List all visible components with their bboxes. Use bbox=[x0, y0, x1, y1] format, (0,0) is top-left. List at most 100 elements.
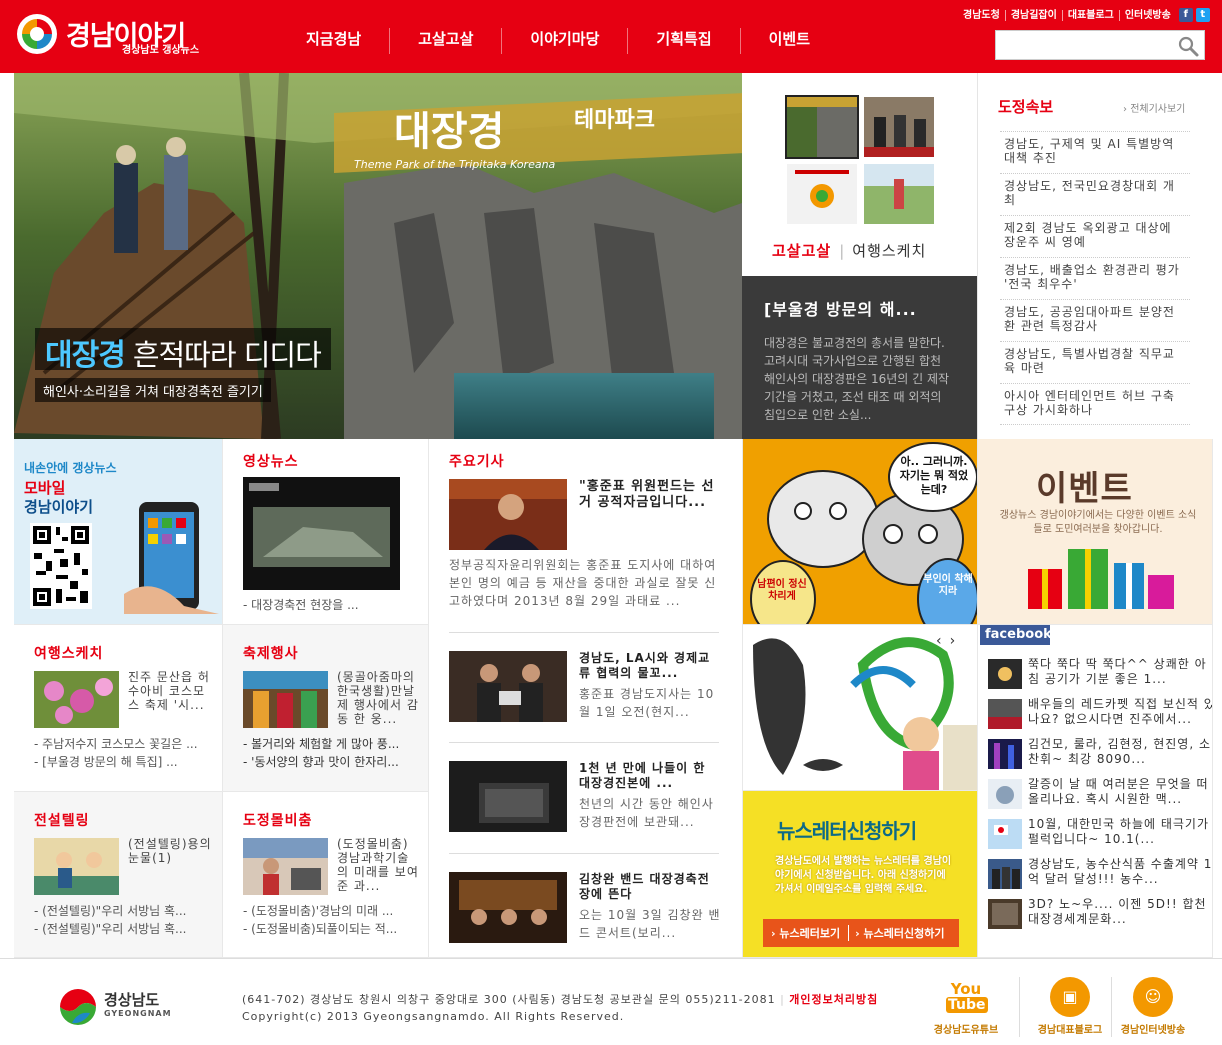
spotlight-list-item[interactable]: - (도정몰비춤)되풀이되는 적... bbox=[243, 920, 421, 938]
lead-news-title[interactable]: "홍준표 위원펀드는 선거 공적자금입니다... bbox=[579, 479, 721, 531]
festival-thumbnail[interactable] bbox=[243, 671, 328, 728]
chevron-left-icon[interactable]: ‹ bbox=[936, 633, 950, 649]
news-item-title[interactable]: 김창완 밴드 대장경축전장에 뜬다 bbox=[579, 872, 721, 902]
hero-thumb-2[interactable] bbox=[864, 97, 934, 157]
cartoon-lantern-right: 부인이 착해지라 bbox=[923, 574, 973, 597]
nav-item-gosal[interactable]: 고살고살 bbox=[389, 28, 501, 54]
travel-list-item[interactable]: - [부울경 방문의 해 특집] ... bbox=[34, 753, 214, 771]
briefing-more-link[interactable]: › 전체기사보기 bbox=[1123, 100, 1185, 115]
newsletter-button-bar: › 뉴스레터보기 › 뉴스레터신청하기 bbox=[763, 919, 959, 947]
legend-telling-title: 전설텔링 bbox=[34, 813, 90, 829]
promo-banner[interactable]: ‹› bbox=[743, 625, 978, 791]
facebook-post-text: 배우들의 레드카펫 직접 보신적 있나요? 없으시다면 진주에서... bbox=[1028, 697, 1213, 726]
top-link-provincial-office[interactable]: 경남도청 bbox=[958, 10, 1005, 21]
privacy-policy-link[interactable]: 개인정보처리방침 bbox=[789, 993, 878, 1006]
newsletter-view-label: 뉴스레터보기 bbox=[779, 927, 841, 940]
hero-caption: 대장경 흔적따라 디디다 bbox=[35, 328, 331, 373]
footer-divider bbox=[1111, 977, 1112, 1037]
featured-story[interactable]: [부울경 방문의 해... 대장경은 불교경전의 총서를 말한다. 고려시대 국… bbox=[742, 276, 977, 439]
hero-thumb-1[interactable] bbox=[785, 95, 859, 159]
video-caption[interactable]: - 대장경축전 현장을 ... bbox=[243, 596, 359, 613]
facebook-feed-section: facebook 쭉다 쭉다 딱 쭉다^^ 상쾌한 아침 공기가 기분 좋은 1… bbox=[978, 625, 1213, 958]
briefing-item[interactable]: 제2회 경남도 옥외광고 대상에 장운주 씨 영예 bbox=[1000, 215, 1190, 257]
nav-item-special[interactable]: 기획특집 bbox=[627, 28, 739, 54]
festival-list-item[interactable]: - '동서양의 향과 맛이 한자리... bbox=[243, 753, 421, 771]
travel-list-item[interactable]: - 주남저수지 코스모스 꽃길은 ... bbox=[34, 735, 214, 753]
facebook-post-thumbnail bbox=[988, 859, 1022, 889]
facebook-post[interactable]: 배우들의 레드카펫 직접 보신적 있나요? 없으시다면 진주에서... bbox=[988, 697, 1213, 731]
youtube-icon: You Tube bbox=[946, 977, 988, 1017]
facebook-icon[interactable]: f bbox=[1178, 8, 1193, 22]
newsletter-view-button[interactable]: › 뉴스레터보기 bbox=[763, 925, 848, 941]
facebook-post[interactable]: 쭉다 쭉다 딱 쭉다^^ 상쾌한 아침 공기가 기분 좋은 1... bbox=[988, 657, 1212, 691]
mobile-app-banner[interactable]: 내손안에 갱상뉴스 모바일 경남이야기 bbox=[14, 439, 223, 625]
top-link-guide[interactable]: 경남길잡이 bbox=[1004, 9, 1062, 21]
footer-broadcast-link[interactable]: ☺ 경남인터넷방송 bbox=[1117, 977, 1189, 1036]
top-link-internet-broadcast[interactable]: 인터넷방송 bbox=[1118, 9, 1176, 21]
news-item-title[interactable]: 1천 년 만에 나들이 한 대장경진본에 ... bbox=[579, 761, 721, 791]
festival-item-text[interactable]: (몽골아줌마의 한국생활)만날 제 행사에서 감동 한 웅... bbox=[337, 670, 421, 728]
facebook-post[interactable]: 10월, 대한민국 하늘에 태극기가 펄럭입니다~ 10.1(... bbox=[988, 817, 1212, 851]
legend-list-item[interactable]: - (전설텔링)"우리 서방님 혹... bbox=[34, 920, 214, 938]
footer-youtube-link[interactable]: You Tube 경상남도유튜브 bbox=[930, 977, 1002, 1036]
search-icon[interactable] bbox=[1176, 34, 1200, 58]
thumbnail-tabs: 고살고살 | 여행스케치 bbox=[772, 240, 926, 261]
hero-slideshow[interactable]: 대장경 테마파크 Theme Park of the Tripitaka Kor… bbox=[14, 73, 742, 439]
nav-item-story[interactable]: 이야기마당 bbox=[501, 28, 627, 54]
featured-story-title[interactable]: [부울경 방문의 해... bbox=[764, 296, 955, 320]
newsletter-apply-button[interactable]: › 뉴스레터신청하기 bbox=[848, 925, 950, 941]
spotlight-thumbnail[interactable] bbox=[243, 838, 328, 895]
briefing-item[interactable]: 아시아 엔터테인먼트 허브 구축 구상 가시화하나 bbox=[1000, 383, 1190, 425]
facebook-post[interactable]: 3D? 노~우.... 이젠 5D!! 합천 대장경세계문화... bbox=[988, 897, 1212, 931]
legend-list-item[interactable]: - (전설텔링)"우리 서방님 혹... bbox=[34, 902, 214, 920]
twitter-icon[interactable]: t bbox=[1195, 8, 1210, 22]
newsletter-title-a: 뉴스레터 bbox=[777, 819, 848, 843]
event-banner[interactable]: 이벤트 갱상뉴스 경남이야기에서는 다양한 이벤트 소식들로 도민여러분을 찾아… bbox=[978, 439, 1213, 625]
news-item[interactable]: 경남도, LA시와 경제교류 협력의 물꼬... 홍준표 경남도지사는 10월 … bbox=[449, 651, 721, 723]
spotlight-item-text[interactable]: (도정몰비춤) 경남과학기술의 미래를 보여준 과... bbox=[337, 837, 421, 895]
news-divider bbox=[449, 632, 719, 633]
tab-gosal[interactable]: 고살고살 bbox=[772, 242, 831, 260]
spotlight-list-item[interactable]: - (도정몰비춤)'경남의 미래 ... bbox=[243, 902, 421, 920]
briefing-item[interactable]: 경상남도, 전국민요경창대회 개최 bbox=[1000, 173, 1190, 215]
news-item[interactable]: 김창완 밴드 대장경축전장에 뜬다 오는 10월 3일 김창완 밴드 콘서트(보… bbox=[449, 872, 721, 944]
nav-item-now-gyeongnam[interactable]: 지금경남 bbox=[278, 28, 389, 54]
footer-blog-link[interactable]: ▣ 경남대표블로그 bbox=[1034, 977, 1106, 1036]
facebook-post[interactable]: 갈증이 날 때 여러분은 무엇을 떠올리나요. 혹시 시원한 맥... bbox=[988, 777, 1212, 811]
tab-travel-sketch[interactable]: 여행스케치 bbox=[852, 242, 926, 260]
legend-telling-section: 전설텔링 (전설텔링)용의 눈물(1) - (전설텔링)"우리 서방님 혹...… bbox=[14, 792, 223, 958]
hero-caption-highlight: 대장경 bbox=[45, 338, 126, 373]
footer-logo[interactable]: 경상남도 GYEONGNAM bbox=[58, 985, 178, 1025]
briefing-item[interactable]: 경남도, 구제역 및 AI 특별방역대책 추진 bbox=[1000, 131, 1190, 173]
video-thumbnail[interactable] bbox=[243, 477, 400, 590]
briefing-item[interactable]: 경남도, 배출업소 환경관리 평가 '전국 최우수' bbox=[1000, 257, 1190, 299]
travel-thumbnail[interactable] bbox=[34, 671, 119, 728]
nav-item-event[interactable]: 이벤트 bbox=[739, 28, 838, 54]
facebook-post[interactable]: 김건모, 룰라, 김현정, 현진영, 소찬휘~ 최강 8090... bbox=[988, 737, 1212, 771]
chevron-right-icon[interactable]: › bbox=[950, 633, 964, 649]
facebook-label[interactable]: facebook bbox=[980, 625, 1052, 645]
festival-list-item[interactable]: - 볼거리와 체험할 게 많아 풍... bbox=[243, 735, 421, 753]
newsletter-title-b: 신청하기 bbox=[846, 819, 918, 843]
footer-blog-label: 경남대표블로그 bbox=[1037, 1025, 1103, 1036]
legend-item-text[interactable]: (전설텔링)용의 눈물(1) bbox=[128, 837, 214, 867]
cartoon-banner[interactable]: 아.. 그러니까. 자기는 뭐 적었는데? 남편이 정신차리게 부인이 착해지라 bbox=[743, 439, 978, 625]
news-item-thumbnail bbox=[449, 761, 567, 832]
search-input[interactable] bbox=[996, 31, 1174, 59]
legend-thumbnail[interactable] bbox=[34, 838, 119, 895]
news-item-title[interactable]: 경남도, LA시와 경제교류 협력의 물꼬... bbox=[579, 651, 721, 681]
site-logo[interactable]: 경남이야기 경상남도 갱상뉴스 bbox=[14, 12, 204, 56]
top-link-blog[interactable]: 대표블로그 bbox=[1061, 9, 1119, 21]
lead-news[interactable]: "홍준표 위원펀드는 선거 공적자금입니다... bbox=[449, 479, 721, 551]
briefing-item[interactable]: 경남도, 공공임대아파트 분양전환 관련 특정감사 bbox=[1000, 299, 1190, 341]
newsletter-title: 뉴스레터신청하기 bbox=[777, 815, 918, 844]
promo-illustration bbox=[743, 625, 977, 790]
hero-thumb-3[interactable] bbox=[787, 164, 857, 224]
briefing-item[interactable]: 경상남도, 특별사법경찰 직무교육 마련 bbox=[1000, 341, 1190, 383]
legend-list: - (전설텔링)"우리 서방님 혹... - (전설텔링)"우리 서방님 혹..… bbox=[34, 902, 214, 938]
top-utility-links: 경남도청 경남길잡이 대표블로그 인터넷방송 f t bbox=[958, 7, 1210, 23]
hero-thumb-4[interactable] bbox=[864, 164, 934, 224]
facebook-post[interactable]: 경상남도, 농수산식품 수출계약 1억 달러 달성!!! 농수... bbox=[988, 857, 1212, 891]
travel-item-text[interactable]: 진주 문산읍 허수아비 코스모스 축제 '시... bbox=[128, 670, 212, 714]
news-item[interactable]: 1천 년 만에 나들이 한 대장경진본에 ... 천년의 시간 동안 해인사 장… bbox=[449, 761, 721, 833]
